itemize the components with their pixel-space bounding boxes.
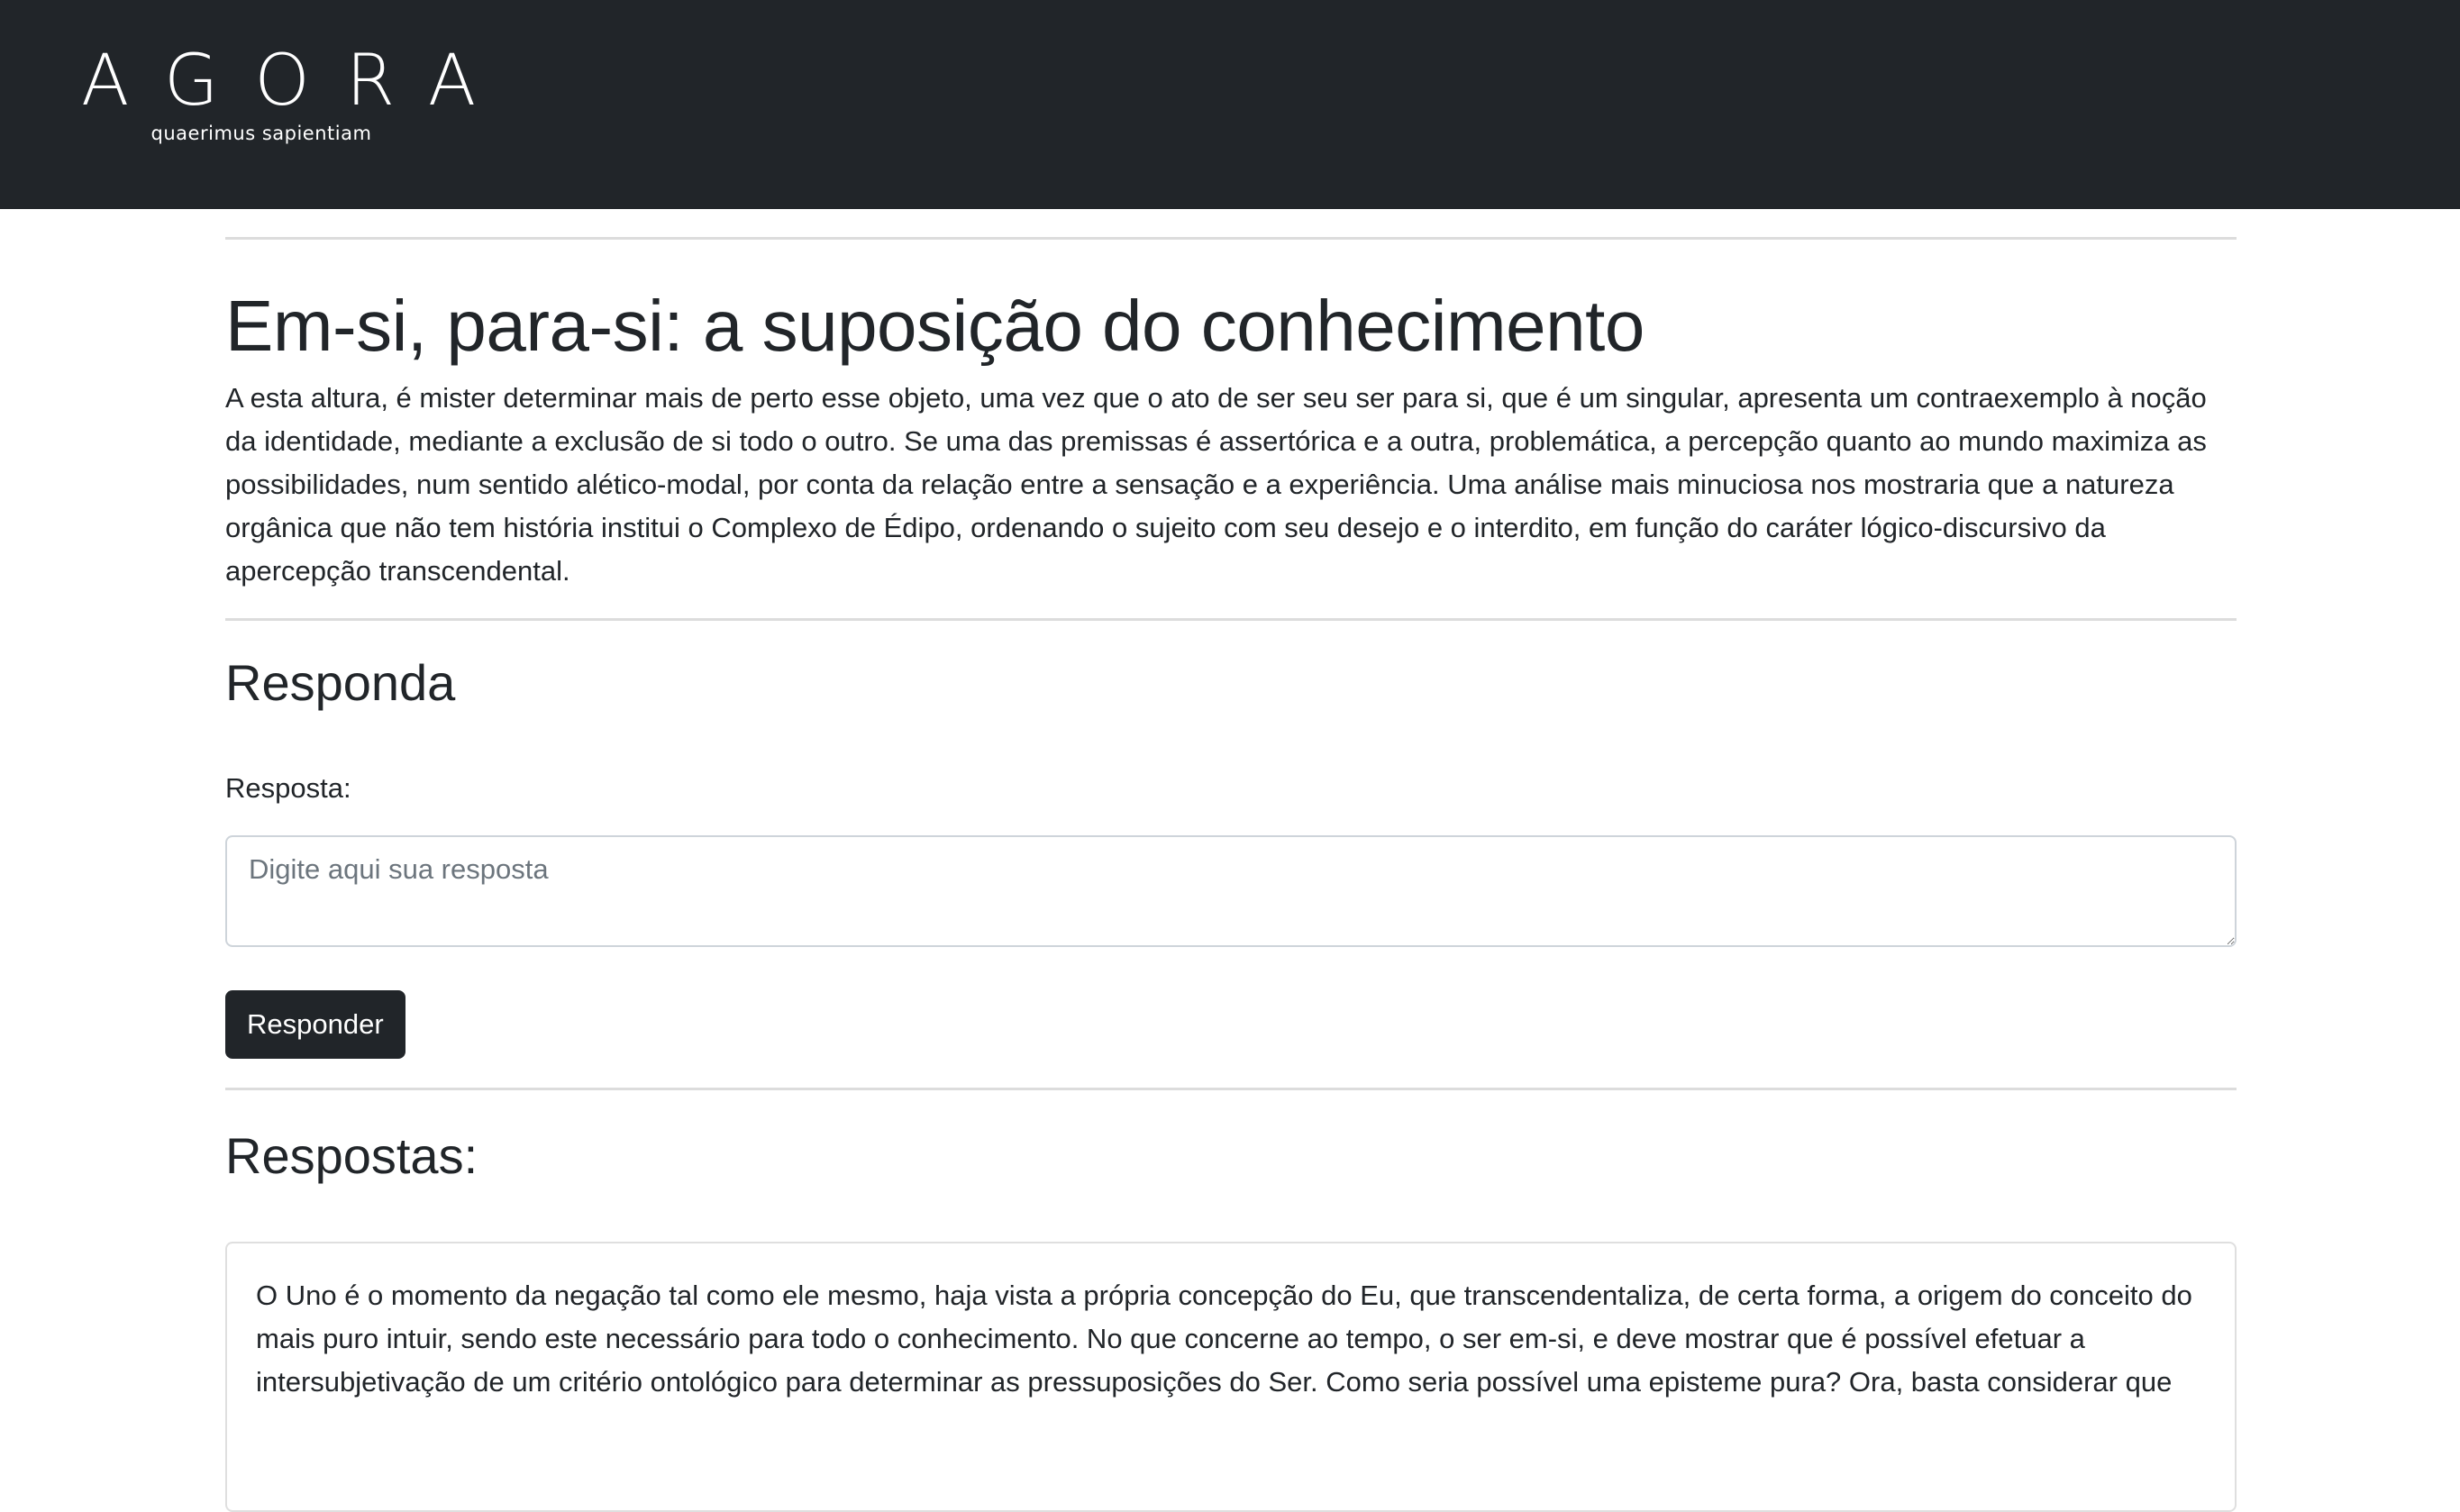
- reply-form: Responda Resposta: Responder: [225, 651, 2237, 1059]
- brand-logo[interactable]: AGORA quaerimus sapientiam: [81, 45, 476, 162]
- answer-textarea[interactable]: [225, 835, 2237, 947]
- divider: [225, 237, 2237, 240]
- divider: [225, 618, 2237, 621]
- submit-reply-button[interactable]: Responder: [225, 990, 405, 1059]
- responses-section: Respostas: O Uno é o momento da negação …: [225, 1125, 2237, 1512]
- divider: [225, 1088, 2237, 1090]
- brand-name: AGORA: [81, 41, 513, 122]
- response-text: O Uno é o momento da negação tal como el…: [256, 1280, 2192, 1398]
- brand-tagline: quaerimus sapientiam: [150, 123, 372, 144]
- main-content: Em-si, para-si: a suposição do conhecime…: [225, 209, 2237, 1512]
- post-body: A esta altura, é mister determinar mais …: [225, 382, 2207, 587]
- responses-title: Respostas:: [225, 1127, 478, 1184]
- response-card: O Uno é o momento da negação tal como el…: [225, 1242, 2237, 1512]
- reply-section-title: Responda: [225, 654, 456, 711]
- post-title: Em-si, para-si: a suposição do conhecime…: [225, 286, 1645, 366]
- top-navbar: AGORA quaerimus sapientiam: [0, 0, 2460, 209]
- answer-label: Resposta:: [225, 772, 351, 804]
